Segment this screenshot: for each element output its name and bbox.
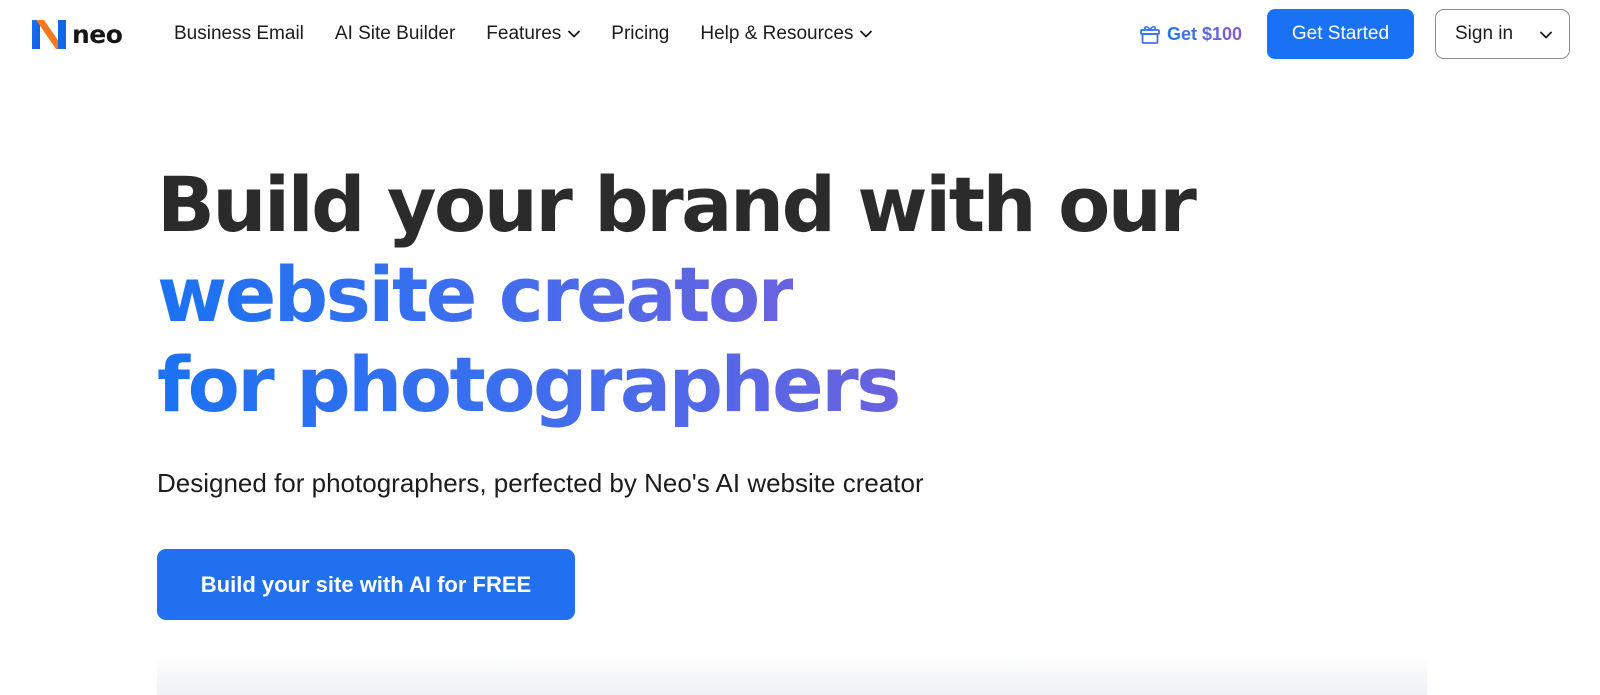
nav-item-label: Business Email: [174, 23, 304, 44]
site-header: neo Business Email AI Site Builder Featu…: [0, 0, 1600, 70]
main-nav: Business Email AI Site Builder Features …: [174, 20, 903, 48]
sign-in-label: Sign in: [1455, 23, 1514, 44]
brand-name: neo: [72, 19, 123, 49]
chevron-down-icon: [860, 30, 873, 38]
neo-logo-icon: [32, 20, 66, 49]
chevron-down-icon: [568, 30, 581, 38]
sign-in-dropdown[interactable]: Sign in: [1435, 9, 1570, 59]
nav-item-label: Features: [486, 23, 562, 44]
build-site-cta-button[interactable]: Build your site with AI for FREE: [157, 549, 575, 620]
promo-label: Get $100: [1166, 23, 1242, 44]
nav-item-features[interactable]: Features: [486, 23, 581, 45]
hero-subtitle: Designed for photographers, perfected by…: [157, 468, 924, 498]
get-started-button[interactable]: Get Started: [1267, 9, 1414, 59]
hero-title-line-3: for photographers: [157, 340, 901, 429]
gift-icon: [1140, 26, 1160, 44]
neo-logo[interactable]: neo: [30, 16, 123, 52]
header-actions: Get $100 Get Started Sign in: [1138, 9, 1570, 59]
chevron-down-icon: [1540, 31, 1552, 39]
nav-item-pricing[interactable]: Pricing: [611, 23, 669, 45]
nav-item-label: Pricing: [611, 23, 670, 44]
nav-item-business-email[interactable]: Business Email: [174, 23, 304, 45]
hero-title: Build your brand with our website creato…: [157, 160, 1457, 430]
hero-section: Build your brand with our website creato…: [157, 160, 1457, 620]
nav-item-help-resources[interactable]: Help & Resources: [700, 23, 873, 45]
nav-item-label: AI Site Builder: [334, 23, 456, 44]
referral-promo-link[interactable]: Get $100: [1138, 22, 1242, 46]
preview-card-edge: [157, 655, 1427, 695]
nav-item-ai-site-builder[interactable]: AI Site Builder: [335, 23, 455, 45]
hero-title-line-2: website creator: [157, 250, 795, 339]
nav-item-label: Help & Resources: [700, 23, 854, 44]
hero-title-line-1: Build your brand with our: [157, 160, 1197, 249]
